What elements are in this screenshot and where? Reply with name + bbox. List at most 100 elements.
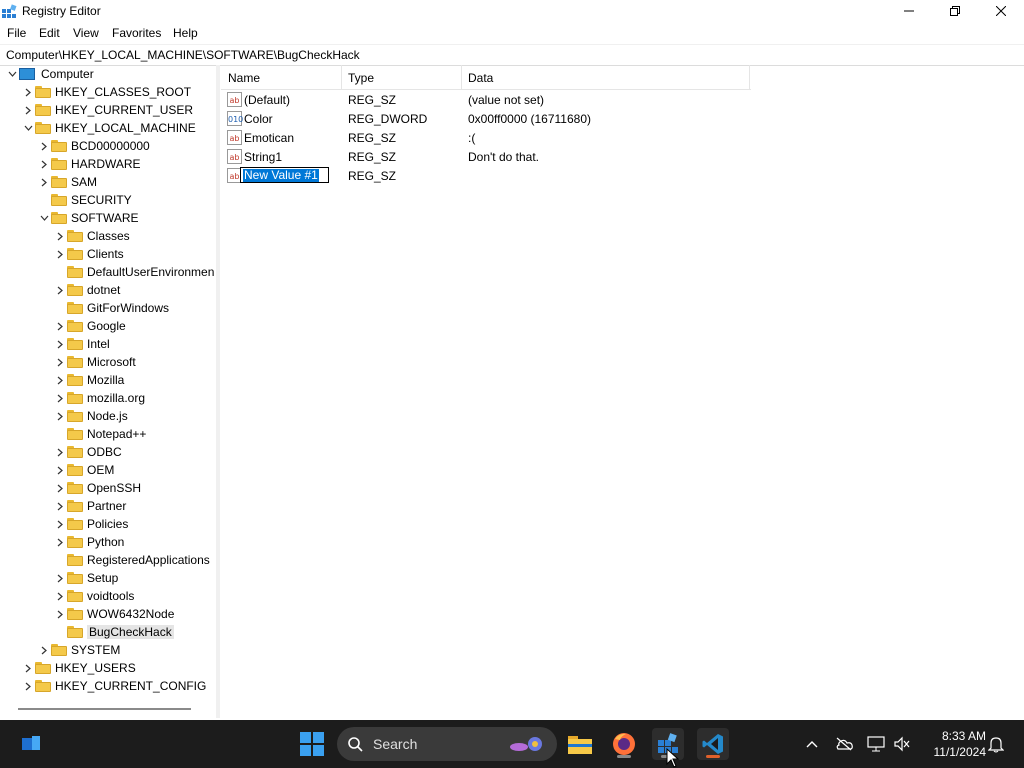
tree-node-label[interactable]: HKEY_LOCAL_MACHINE	[55, 121, 196, 135]
chevron-right-icon[interactable]	[53, 245, 67, 263]
tree-node-label[interactable]: Policies	[87, 517, 128, 531]
chevron-down-icon[interactable]	[37, 209, 51, 227]
tree-node[interactable]: voidtools	[53, 587, 134, 605]
tree-node[interactable]: DefaultUserEnvironmen	[53, 263, 214, 281]
chevron-right-icon[interactable]	[21, 83, 35, 101]
value-row[interactable]: 010 Color REG_DWORD 0x00ff0000 (16711680)	[225, 109, 745, 128]
value-row[interactable]: ab Emotican REG_SZ:(	[225, 128, 745, 147]
menu-help[interactable]: Help	[173, 26, 198, 40]
tree-node[interactable]: Intel	[53, 335, 110, 353]
minimize-button[interactable]	[886, 0, 932, 22]
tree-node[interactable]: SOFTWARE	[37, 209, 139, 227]
tree-node[interactable]: ODBC	[53, 443, 122, 461]
menu-favorites[interactable]: Favorites	[112, 26, 161, 40]
tree-node-label[interactable]: HKEY_CURRENT_CONFIG	[55, 679, 206, 693]
chevron-right-icon[interactable]	[53, 497, 67, 515]
tree-node-label[interactable]: BCD00000000	[71, 139, 150, 153]
widgets-icon[interactable]	[20, 734, 42, 754]
chevron-right-icon[interactable]	[53, 371, 67, 389]
chevron-right-icon[interactable]	[53, 587, 67, 605]
taskbar-search[interactable]: Search	[337, 727, 557, 761]
show-hidden-icons-button[interactable]	[802, 734, 822, 754]
tree-node-label[interactable]: RegisteredApplications	[87, 553, 210, 567]
tree-node[interactable]: BugCheckHack	[53, 623, 174, 641]
value-row-editing[interactable]: ab New Value #1 REG_SZ	[225, 166, 745, 185]
tree-node[interactable]: dotnet	[53, 281, 120, 299]
onedrive-tray[interactable]	[834, 734, 854, 754]
chevron-down-icon[interactable]	[5, 65, 19, 83]
tree-node[interactable]: HKEY_CURRENT_CONFIG	[21, 677, 206, 695]
chevron-right-icon[interactable]	[53, 461, 67, 479]
taskbar-vscode[interactable]	[697, 728, 729, 760]
column-data-header[interactable]: Data	[468, 71, 493, 85]
rename-input[interactable]: New Value #1	[240, 167, 329, 183]
tree-node[interactable]: BCD00000000	[37, 137, 150, 155]
tree-node-label[interactable]: Google	[87, 319, 126, 333]
tree-node[interactable]: Classes	[53, 227, 130, 245]
tree-node-label[interactable]: HKEY_USERS	[55, 661, 136, 675]
tree-node-label[interactable]: Setup	[87, 571, 118, 585]
tree-node[interactable]: HKEY_CURRENT_USER	[21, 101, 193, 119]
network-tray[interactable]	[866, 734, 886, 754]
tree-node-label[interactable]: HKEY_CURRENT_USER	[55, 103, 193, 117]
chevron-right-icon[interactable]	[53, 335, 67, 353]
tree-node[interactable]: SAM	[37, 173, 97, 191]
tree-node[interactable]: mozilla.org	[53, 389, 145, 407]
value-row[interactable]: ab String1 REG_SZ Don't do that.	[225, 147, 745, 166]
taskbar-firefox[interactable]	[608, 728, 640, 760]
address-path[interactable]: Computer\HKEY_LOCAL_MACHINE\SOFTWARE\Bug…	[6, 48, 360, 62]
tree-node-label[interactable]: WOW6432Node	[87, 607, 174, 621]
tree-node-label[interactable]: Microsoft	[87, 355, 136, 369]
rename-selected-text[interactable]: New Value #1	[243, 169, 319, 182]
tree-node[interactable]: WOW6432Node	[53, 605, 174, 623]
chevron-right-icon[interactable]	[53, 281, 67, 299]
tree-node[interactable]: SYSTEM	[37, 641, 120, 659]
tree-node[interactable]: Microsoft	[53, 353, 136, 371]
column-type-header[interactable]: Type	[348, 71, 374, 85]
tree-node[interactable]: OpenSSH	[53, 479, 141, 497]
tree-node-label[interactable]: mozilla.org	[87, 391, 145, 405]
chevron-right-icon[interactable]	[53, 533, 67, 551]
tree-node[interactable]: OEM	[53, 461, 114, 479]
tree-node-label[interactable]: DefaultUserEnvironmen	[87, 265, 214, 279]
tree-node-label[interactable]: HKEY_CLASSES_ROOT	[55, 85, 191, 99]
tree-node-label[interactable]: Mozilla	[87, 373, 124, 387]
restore-button[interactable]	[932, 0, 978, 22]
menu-view[interactable]: View	[73, 26, 99, 40]
chevron-right-icon[interactable]	[21, 659, 35, 677]
tree-node-label[interactable]: SOFTWARE	[71, 211, 139, 225]
tree-node[interactable]: HKEY_CLASSES_ROOT	[21, 83, 191, 101]
tree-node[interactable]: Google	[53, 317, 126, 335]
tree-node-label[interactable]: Partner	[87, 499, 126, 513]
start-button[interactable]	[300, 732, 324, 756]
tree-horizontal-scrollbar[interactable]	[18, 708, 191, 710]
chevron-right-icon[interactable]	[21, 677, 35, 695]
tree-node[interactable]: Notepad++	[53, 425, 146, 443]
tree-node[interactable]: Computer	[5, 65, 94, 83]
tree-node-label[interactable]: SAM	[71, 175, 97, 189]
chevron-right-icon[interactable]	[37, 155, 51, 173]
tree-node[interactable]: Python	[53, 533, 124, 551]
tree-node-label[interactable]: Intel	[87, 337, 110, 351]
chevron-right-icon[interactable]	[53, 407, 67, 425]
tree-node-label[interactable]: OEM	[87, 463, 114, 477]
tree-node-label[interactable]: GitForWindows	[87, 301, 169, 315]
column-divider[interactable]	[341, 65, 342, 89]
chevron-right-icon[interactable]	[21, 101, 35, 119]
tree-node-label[interactable]: Python	[87, 535, 124, 549]
chevron-right-icon[interactable]	[53, 317, 67, 335]
column-name-header[interactable]: Name	[228, 71, 260, 85]
tree-node-label[interactable]: dotnet	[87, 283, 120, 297]
value-row[interactable]: ab (Default) REG_SZ (value not set)	[225, 90, 745, 109]
chevron-right-icon[interactable]	[53, 443, 67, 461]
tree-node[interactable]: Partner	[53, 497, 126, 515]
close-button[interactable]	[978, 0, 1024, 22]
tree-node[interactable]: HKEY_USERS	[21, 659, 136, 677]
chevron-right-icon[interactable]	[37, 641, 51, 659]
column-divider[interactable]	[749, 65, 750, 89]
notifications-button[interactable]	[986, 734, 1006, 754]
tree-node-label[interactable]: SECURITY	[71, 193, 132, 207]
chevron-right-icon[interactable]	[53, 389, 67, 407]
tree-node[interactable]: Setup	[53, 569, 118, 587]
tree-node[interactable]: Node.js	[53, 407, 128, 425]
